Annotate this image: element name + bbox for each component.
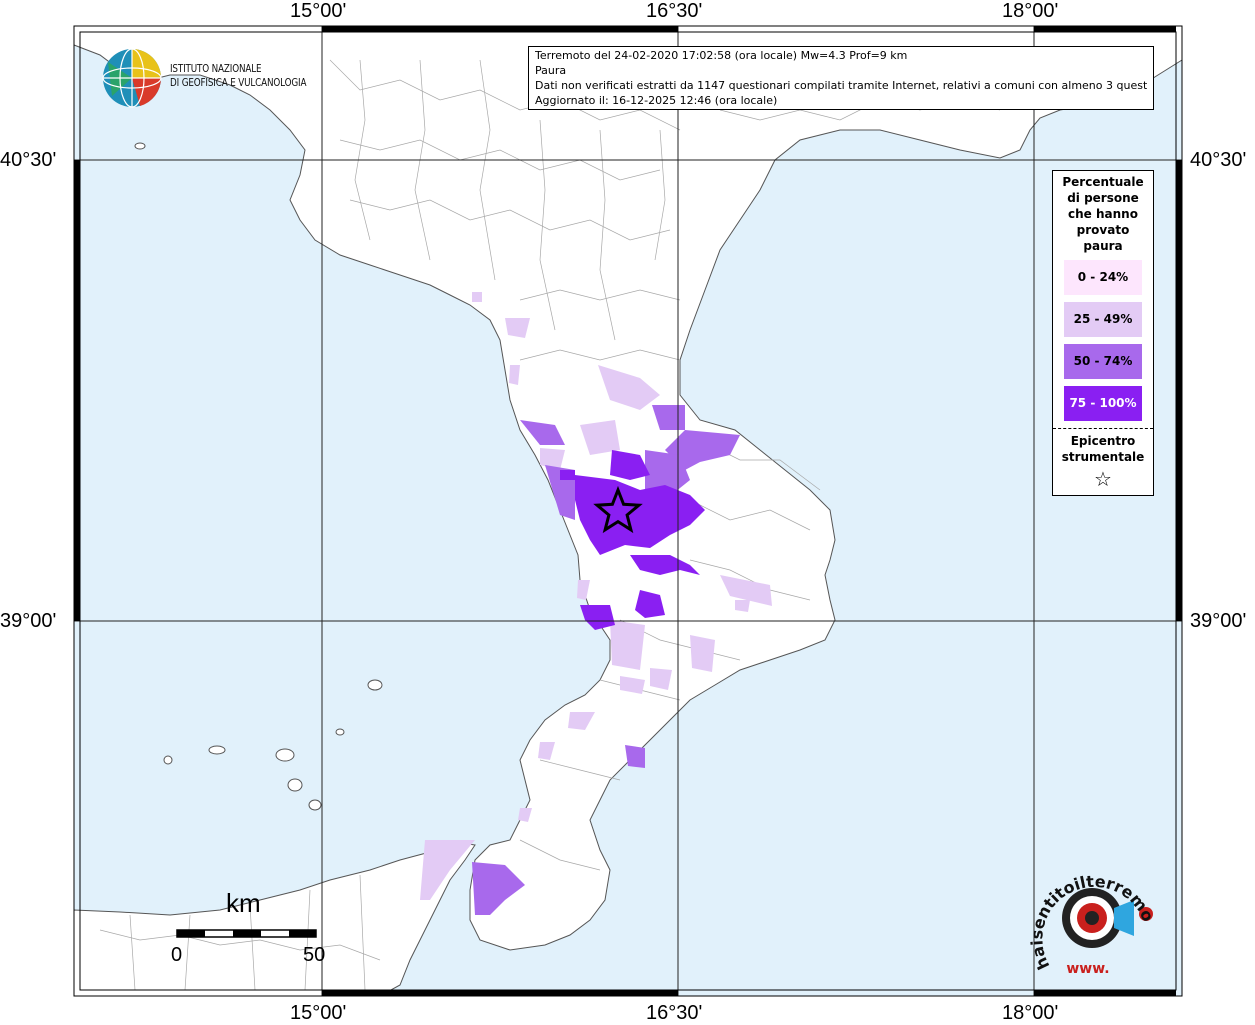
legend-title: Percentuale di persone che hanno provato… (1053, 171, 1153, 256)
legend-title-line: provato (1076, 223, 1130, 237)
left-latitude-label: 39°00' (0, 610, 57, 632)
legend-title-line: Percentuale (1062, 175, 1144, 189)
legend-epicenter-line: Epicentro (1070, 434, 1136, 448)
haisentito-url-text: www. (1066, 961, 1109, 977)
right-latitude-label: 39°00' (1190, 610, 1247, 632)
institute-line-1: ISTITUTO NAZIONALE (170, 62, 262, 75)
institute-line-2: DI GEOFISICA E VULCANOLOGIA (170, 76, 307, 89)
legend-epicenter-label: Epicentro strumentale (1053, 429, 1153, 467)
scale-bar-title: km (226, 888, 261, 918)
legend-title-line: che hanno (1068, 207, 1138, 221)
update-time: Aggiornato il: 16-12-2025 12:46 (ora loc… (535, 94, 778, 107)
right-latitude-label: 40°30' (1190, 149, 1247, 171)
top-longitude-label: 15°00' (290, 0, 347, 22)
haisentito-logo-icon: haisentitoilterremoto.it www. (1030, 858, 1158, 977)
ingv-globe-icon (102, 48, 162, 108)
legend-item-25-49: 25 - 49% (1064, 302, 1142, 337)
data-note: Dati non verificati estratti da 1147 que… (535, 79, 1147, 92)
institute-name: ISTITUTO NAZIONALE DI GEOFISICA E VULCAN… (170, 62, 306, 90)
bottom-longitude-label: 15°00' (290, 1002, 347, 1024)
legend-item-75-100: 75 - 100% (1064, 386, 1142, 421)
top-longitude-label: 18°00' (1002, 0, 1059, 22)
left-latitude-label: 40°30' (0, 149, 57, 171)
legend-title-line: di persone (1067, 191, 1139, 205)
bottom-longitude-label: 18°00' (1002, 1002, 1059, 1024)
legend-item-0-24: 0 - 24% (1064, 260, 1142, 295)
scale-bar-min: 0 (171, 944, 183, 966)
map-type: Paura (535, 64, 567, 77)
event-title: Terremoto del 24-02-2020 17:02:58 (ora l… (535, 49, 908, 62)
legend-title-line: paura (1083, 239, 1123, 253)
legend: Percentuale di persone che hanno provato… (1052, 170, 1154, 496)
scale-bar (176, 929, 317, 938)
legend-epicenter-line: strumentale (1061, 450, 1145, 464)
event-info-box: Terremoto del 24-02-2020 17:02:58 (ora l… (528, 46, 1154, 110)
star-outline-icon: ☆ (1094, 467, 1112, 491)
legend-item-50-74: 50 - 74% (1064, 344, 1142, 379)
scale-bar-max: 50 (303, 944, 326, 966)
bottom-longitude-label: 16°30' (646, 1002, 703, 1024)
top-longitude-label: 16°30' (646, 0, 703, 22)
